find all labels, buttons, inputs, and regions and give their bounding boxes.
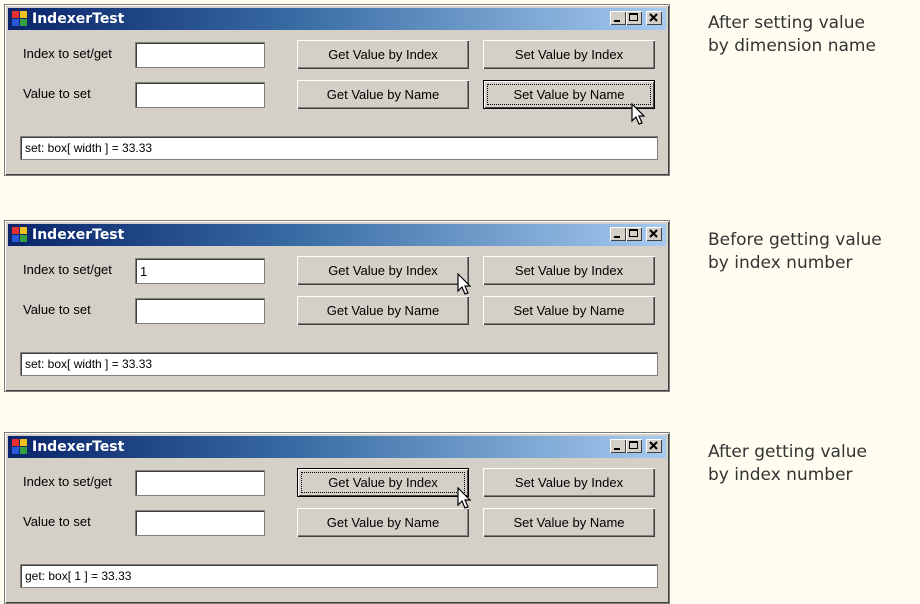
close-icon[interactable] [646, 11, 662, 25]
minimize-icon[interactable] [610, 227, 626, 241]
app-icon [12, 11, 28, 27]
title-bar[interactable]: IndexerTest [8, 8, 666, 30]
minimize-icon[interactable] [610, 11, 626, 25]
title-bar[interactable]: IndexerTest [8, 224, 666, 246]
caption-line: After setting value [708, 13, 866, 33]
button-label: Set Value by Name [513, 303, 625, 318]
indexer-window-2: IndexerTest Index to set/get Value to se… [4, 220, 670, 392]
button-label: Get Value by Index [301, 472, 465, 493]
set-value-by-name-button[interactable]: Set Value by Name [483, 296, 655, 325]
value-label: Value to set [23, 514, 91, 529]
window-title: IndexerTest [32, 227, 125, 243]
caption-line: by dimension name [708, 36, 876, 56]
get-value-by-index-button[interactable]: Get Value by Index [297, 468, 469, 497]
value-input[interactable] [135, 510, 265, 536]
button-label: Get Value by Index [328, 47, 438, 62]
minimize-icon[interactable] [610, 439, 626, 453]
caption-line: by index number [708, 253, 853, 273]
value-input[interactable] [135, 298, 265, 324]
caption-2: Before getting value by index number [708, 229, 918, 275]
index-input[interactable] [135, 470, 265, 496]
button-label: Get Value by Name [326, 87, 440, 102]
output-field[interactable] [20, 352, 658, 376]
get-value-by-name-button[interactable]: Get Value by Name [297, 80, 469, 109]
button-label: Set Value by Index [514, 263, 624, 278]
app-icon [12, 227, 28, 243]
maximize-icon[interactable] [626, 439, 642, 453]
value-input[interactable] [135, 82, 265, 108]
get-value-by-index-button[interactable]: Get Value by Index [297, 40, 469, 69]
button-label: Set Value by Index [514, 47, 624, 62]
caption-3: After getting value by index number [708, 441, 918, 487]
set-value-by-name-button[interactable]: Set Value by Name [483, 80, 655, 109]
maximize-icon[interactable] [626, 227, 642, 241]
get-value-by-name-button[interactable]: Get Value by Name [297, 508, 469, 537]
mouse-cursor-icon [457, 273, 472, 295]
close-icon[interactable] [646, 227, 662, 241]
maximize-icon[interactable] [626, 11, 642, 25]
caption-line: After getting value [708, 442, 867, 462]
button-label: Set Value by Name [513, 515, 625, 530]
index-input[interactable] [135, 258, 265, 284]
close-icon[interactable] [646, 439, 662, 453]
caption-1: After setting value by dimension name [708, 12, 918, 58]
set-value-by-index-button[interactable]: Set Value by Index [483, 256, 655, 285]
set-value-by-index-button[interactable]: Set Value by Index [483, 40, 655, 69]
index-input[interactable] [135, 42, 265, 68]
button-label: Set Value by Index [514, 475, 624, 490]
value-label: Value to set [23, 86, 91, 101]
value-label: Value to set [23, 302, 91, 317]
mouse-cursor-icon [457, 487, 472, 509]
button-label: Get Value by Name [326, 515, 440, 530]
app-icon [12, 439, 28, 455]
indexer-window-3: IndexerTest Index to set/get Value to se… [4, 432, 670, 604]
output-field[interactable] [20, 136, 658, 160]
window-title: IndexerTest [32, 439, 125, 455]
set-value-by-name-button[interactable]: Set Value by Name [483, 508, 655, 537]
title-bar[interactable]: IndexerTest [8, 436, 666, 458]
index-label: Index to set/get [23, 474, 112, 489]
index-label: Index to set/get [23, 262, 112, 277]
caption-line: Before getting value [708, 230, 882, 250]
caption-line: by index number [708, 465, 853, 485]
set-value-by-index-button[interactable]: Set Value by Index [483, 468, 655, 497]
get-value-by-name-button[interactable]: Get Value by Name [297, 296, 469, 325]
mouse-cursor-icon [631, 103, 646, 125]
output-field[interactable] [20, 564, 658, 588]
button-label: Get Value by Index [328, 263, 438, 278]
get-value-by-index-button[interactable]: Get Value by Index [297, 256, 469, 285]
index-label: Index to set/get [23, 46, 112, 61]
button-label: Get Value by Name [326, 303, 440, 318]
button-label: Set Value by Name [487, 84, 651, 105]
window-title: IndexerTest [32, 11, 125, 27]
indexer-window-1: IndexerTest Index to set/get Value to se… [4, 4, 670, 176]
